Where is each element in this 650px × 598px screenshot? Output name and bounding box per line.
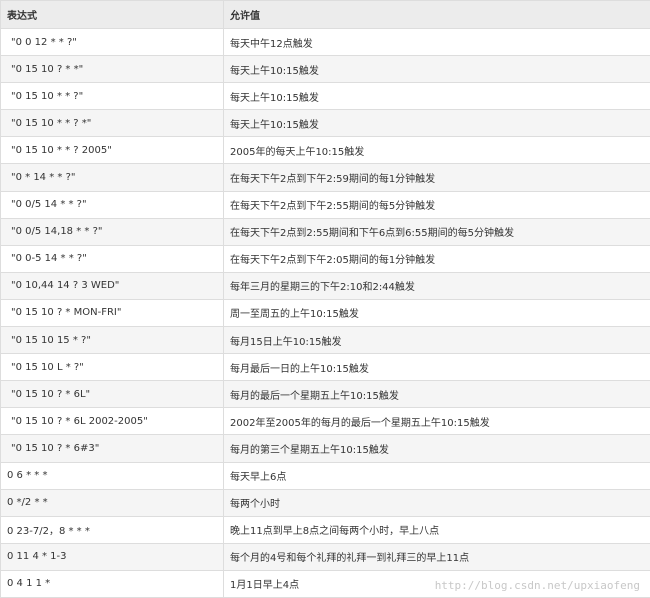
expression-cell: "0 15 10 ? * *" [0,55,224,84]
table-row: "0 15 10 ? * 6L" 每月的最后一个星期五上午10:15触发 [0,380,650,409]
expression-cell: 0 */2 * * [0,488,224,517]
allowed-value-cell: 在每天下午2点到下午2:55期间的每5分钟触发 [223,190,650,219]
allowed-value-cell: 在每天下午2点到2:55期间和下午6点到6:55期间的每5分钟触发 [223,217,650,246]
allowed-value-cell: 每个月的4号和每个礼拜的礼拜一到礼拜三的早上11点 [223,542,650,571]
allowed-value-cell: 每天早上6点 [223,461,650,490]
expression-cell: "0 0-5 14 * * ?" [0,244,224,273]
allowed-value-cell: 每月的最后一个星期五上午10:15触发 [223,380,650,409]
expression-cell: "0 15 10 15 * ?" [0,326,224,355]
expression-cell: "0 15 10 * * ?" [0,82,224,111]
expression-cell: "0 15 10 ? * 6L" [0,380,224,409]
table-row: "0 15 10 15 * ?" 每月15日上午10:15触发 [0,326,650,355]
expression-cell: 0 4 1 1 * [0,569,224,598]
allowed-value-cell: 每天上午10:15触发 [223,109,650,138]
table-row: 0 23-7/2，8 * * * 晚上11点到早上8点之间每两个小时，早上八点 [0,515,650,544]
table-row: "0 15 10 ? * MON-FRI" 周一至周五的上午10:15触发 [0,298,650,328]
expression-cell: "0 15 10 ? * MON-FRI" [0,298,224,328]
allowed-value-cell: 每天中午12点触发 [223,27,650,57]
expression-cell: 0 23-7/2，8 * * * [0,515,224,544]
expression-cell: "0 15 10 ? * 6L 2002-2005" [0,407,224,436]
allowed-value-cell: 在每天下午2点到下午2:59期间的每1分钟触发 [223,163,650,192]
table-row: "0 15 10 * * ?" 每天上午10:15触发 [0,82,650,111]
column-header-allowed-value: 允许值 [223,0,650,29]
allowed-value-cell: 每月最后一日的上午10:15触发 [223,353,650,382]
cron-expression-table: 表达式 允许值 "0 0 12 * * ?" 每天中午12点触发 "0 15 1… [0,0,650,598]
allowed-value-cell: 每月的第三个星期五上午10:15触发 [223,434,650,463]
allowed-value-cell: 周一至周五的上午10:15触发 [223,298,650,328]
blog-watermark: http://blog.csdn.net/upxiaofeng [434,579,640,592]
table-row: 0 6 * * * 每天早上6点 [0,461,650,490]
expression-cell: "0 10,44 14 ? 3 WED" [0,271,224,300]
allowed-value-cell: 晚上11点到早上8点之间每两个小时，早上八点 [223,515,650,544]
table-row: "0 0 12 * * ?" 每天中午12点触发 [0,27,650,57]
column-header-expression: 表达式 [0,0,224,29]
table-row: "0 15 10 ? * 6L 2002-2005" 2002年至2005年的每… [0,407,650,436]
table-row: 0 11 4 * 1-3 每个月的4号和每个礼拜的礼拜一到礼拜三的早上11点 [0,542,650,571]
table-row: "0 0/5 14,18 * * ?" 在每天下午2点到2:55期间和下午6点到… [0,217,650,246]
expression-cell: 0 11 4 * 1-3 [0,542,224,571]
allowed-value-cell: 每年三月的星期三的下午2:10和2:44触发 [223,271,650,300]
table-row: "0 0/5 14 * * ?" 在每天下午2点到下午2:55期间的每5分钟触发 [0,190,650,219]
allowed-value-cell: 在每天下午2点到下午2:05期间的每1分钟触发 [223,244,650,273]
table-row: "0 15 10 * * ? 2005" 2005年的每天上午10:15触发 [0,136,650,165]
table-row: "0 15 10 ? * *" 每天上午10:15触发 [0,55,650,84]
expression-cell: "0 0/5 14,18 * * ?" [0,217,224,246]
allowed-value-cell: 每两个小时 [223,488,650,517]
table-row: 0 */2 * * 每两个小时 [0,488,650,517]
allowed-value-cell: 2005年的每天上午10:15触发 [223,136,650,165]
table-row: "0 15 10 ? * 6#3" 每月的第三个星期五上午10:15触发 [0,434,650,463]
table-header-row: 表达式 允许值 [0,0,650,29]
table-row: "0 0-5 14 * * ?" 在每天下午2点到下午2:05期间的每1分钟触发 [0,244,650,273]
expression-cell: "0 15 10 ? * 6#3" [0,434,224,463]
expression-cell: "0 * 14 * * ?" [0,163,224,192]
table-row: "0 15 10 * * ? *" 每天上午10:15触发 [0,109,650,138]
expression-cell: "0 15 10 * * ? *" [0,109,224,138]
expression-cell: "0 15 10 * * ? 2005" [0,136,224,165]
expression-cell: "0 0/5 14 * * ?" [0,190,224,219]
expression-cell: "0 0 12 * * ?" [0,27,224,57]
table-row: "0 15 10 L * ?" 每月最后一日的上午10:15触发 [0,353,650,382]
expression-cell: "0 15 10 L * ?" [0,353,224,382]
table-row: "0 10,44 14 ? 3 WED" 每年三月的星期三的下午2:10和2:4… [0,271,650,300]
allowed-value-cell: 每天上午10:15触发 [223,55,650,84]
allowed-value-cell: 每月15日上午10:15触发 [223,326,650,355]
allowed-value-cell: 2002年至2005年的每月的最后一个星期五上午10:15触发 [223,407,650,436]
expression-cell: 0 6 * * * [0,461,224,490]
table-row: "0 * 14 * * ?" 在每天下午2点到下午2:59期间的每1分钟触发 [0,163,650,192]
allowed-value-cell: 每天上午10:15触发 [223,82,650,111]
